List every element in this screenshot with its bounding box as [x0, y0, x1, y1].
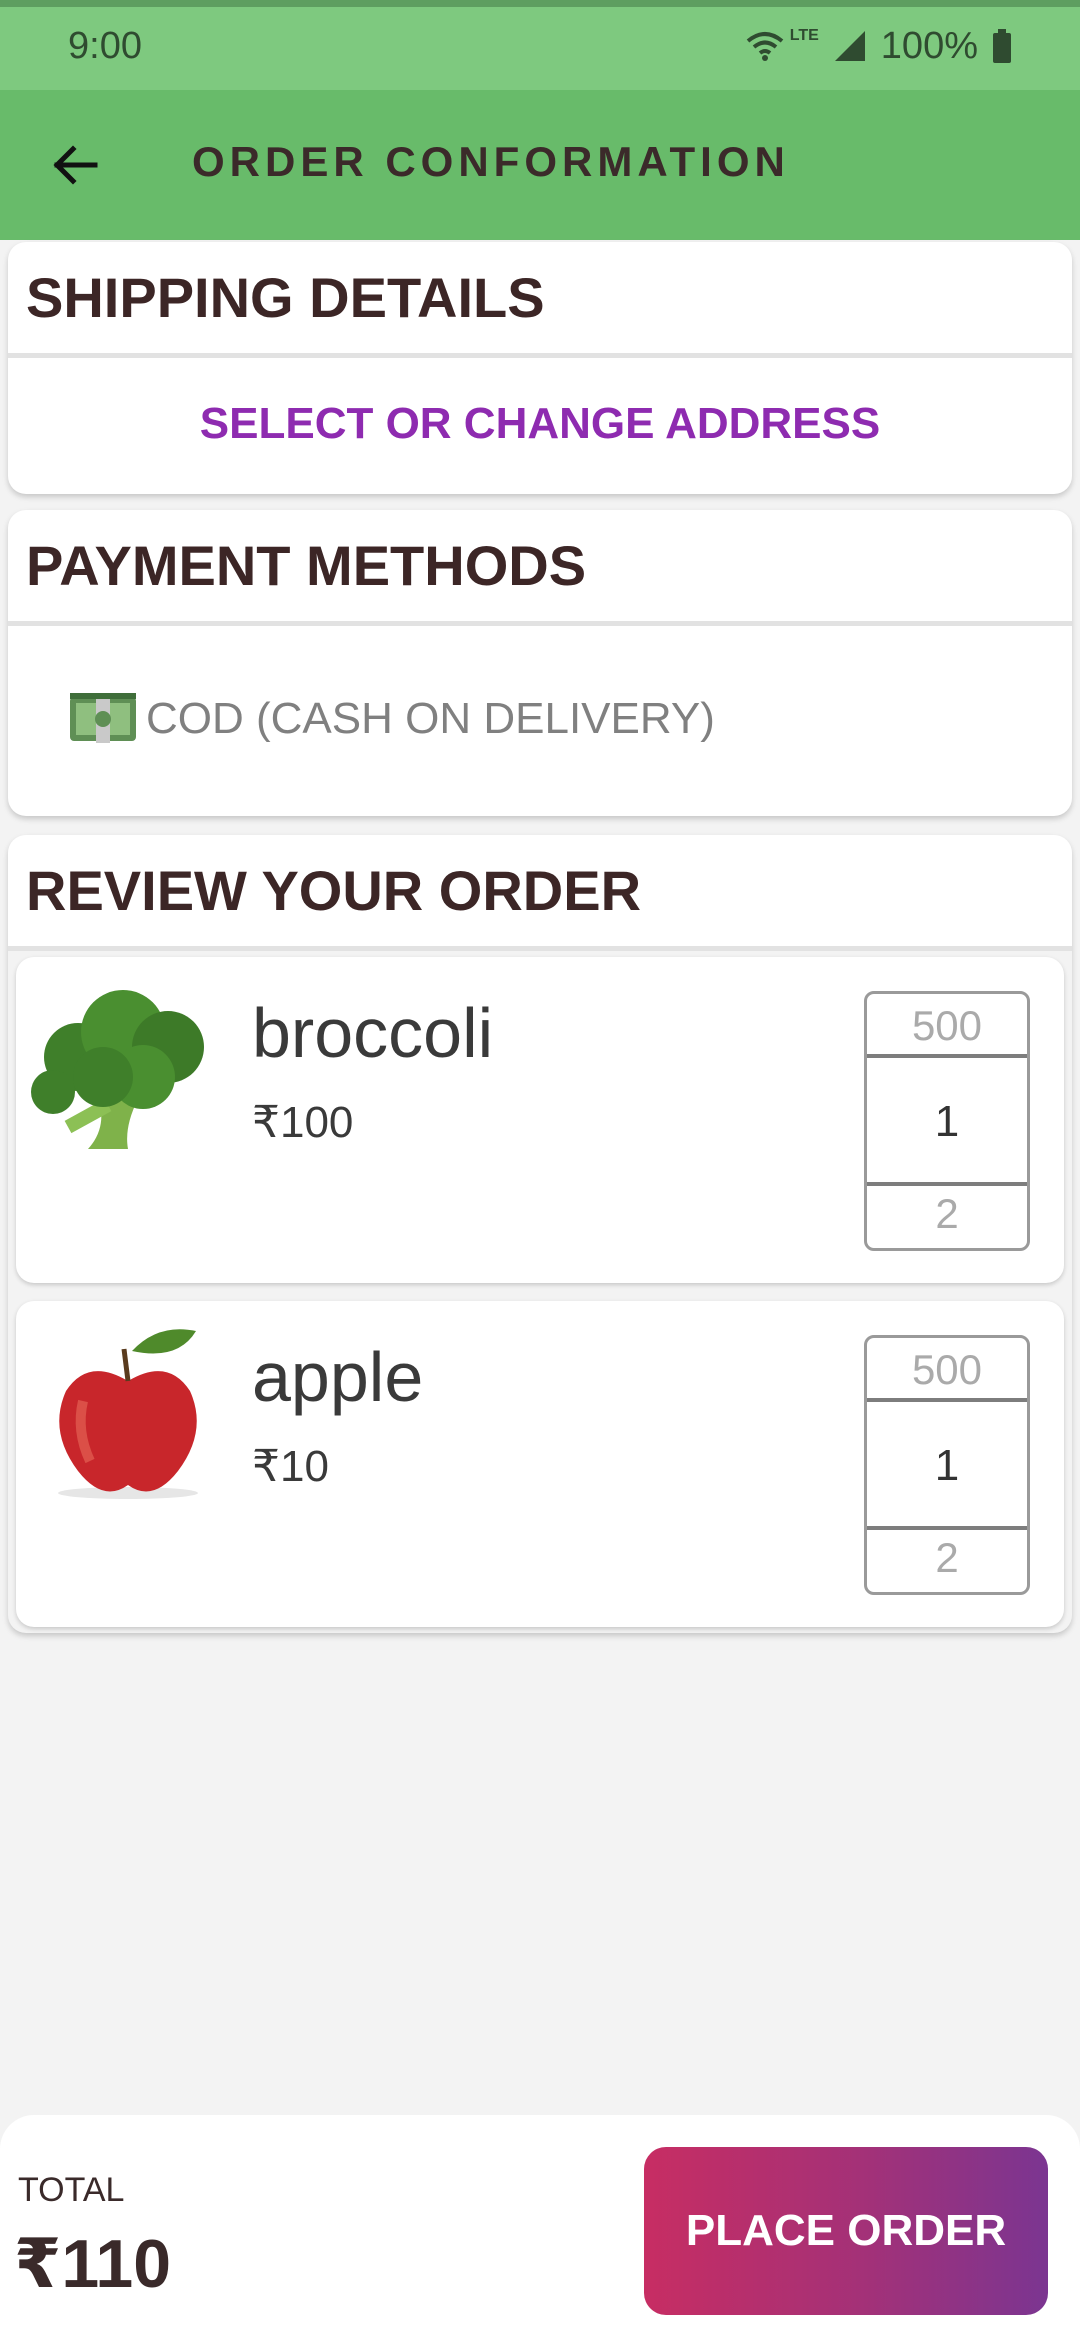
broccoli-image: [31, 990, 204, 1149]
picker-next-value[interactable]: 2: [867, 1190, 1027, 1238]
app-bar: ORDER CONFORMATION: [0, 90, 1080, 240]
item-price: ₹10: [252, 1442, 329, 1491]
item-name: apple: [252, 1338, 424, 1416]
picker-selected-value[interactable]: 1: [867, 1398, 1027, 1530]
picker-selected-value[interactable]: 1: [867, 1054, 1027, 1186]
shipping-card: SHIPPING DETAILS SELECT OR CHANGE ADDRES…: [8, 242, 1072, 494]
battery-percent: 100%: [880, 24, 978, 67]
review-card: REVIEW YOUR ORDER broccoli ₹100 500 1 2: [8, 835, 1072, 1633]
picker-next-value[interactable]: 2: [867, 1534, 1027, 1582]
page-title: ORDER CONFORMATION: [192, 138, 790, 185]
select-address-button[interactable]: SELECT OR CHANGE ADDRESS: [8, 358, 1072, 489]
total-value: ₹110: [14, 2226, 172, 2302]
wifi-icon: [746, 32, 784, 61]
payment-card: PAYMENT METHODS COD (CASH ON DELIVERY): [8, 510, 1072, 816]
back-button[interactable]: [40, 130, 110, 200]
order-item: broccoli ₹100 500 1 2: [16, 957, 1064, 1283]
place-order-button[interactable]: PLACE ORDER: [644, 2147, 1048, 2315]
total-label: TOTAL: [18, 2171, 125, 2209]
payment-method-cod[interactable]: COD (CASH ON DELIVERY): [8, 626, 1072, 811]
payment-method-label: COD (CASH ON DELIVERY): [146, 693, 715, 743]
shipping-title: SHIPPING DETAILS: [8, 242, 1072, 358]
status-time: 9:00: [68, 25, 142, 67]
quantity-picker[interactable]: 500 1 2: [864, 991, 1030, 1251]
item-price: ₹100: [252, 1098, 354, 1147]
picker-prev-value[interactable]: 500: [867, 1346, 1027, 1394]
network-type: LTE: [789, 27, 819, 44]
picker-prev-value[interactable]: 500: [867, 1002, 1027, 1050]
cash-icon: [70, 692, 136, 743]
checkout-bar: TOTAL ₹110 PLACE ORDER: [0, 2115, 1080, 2340]
item-name: broccoli: [252, 994, 494, 1072]
order-item: apple ₹10 500 1 2: [16, 1301, 1064, 1627]
review-title: REVIEW YOUR ORDER: [8, 835, 1072, 951]
quantity-picker[interactable]: 500 1 2: [864, 1335, 1030, 1595]
payment-title: PAYMENT METHODS: [8, 510, 1072, 626]
apple-image: [58, 1329, 198, 1499]
status-bar: 9:00 LTE 100%: [0, 0, 1080, 90]
battery-icon: [993, 29, 1011, 63]
signal-icon: [834, 31, 865, 61]
status-icons: LTE 100%: [746, 21, 1012, 71]
arrow-left-icon: [53, 145, 98, 185]
